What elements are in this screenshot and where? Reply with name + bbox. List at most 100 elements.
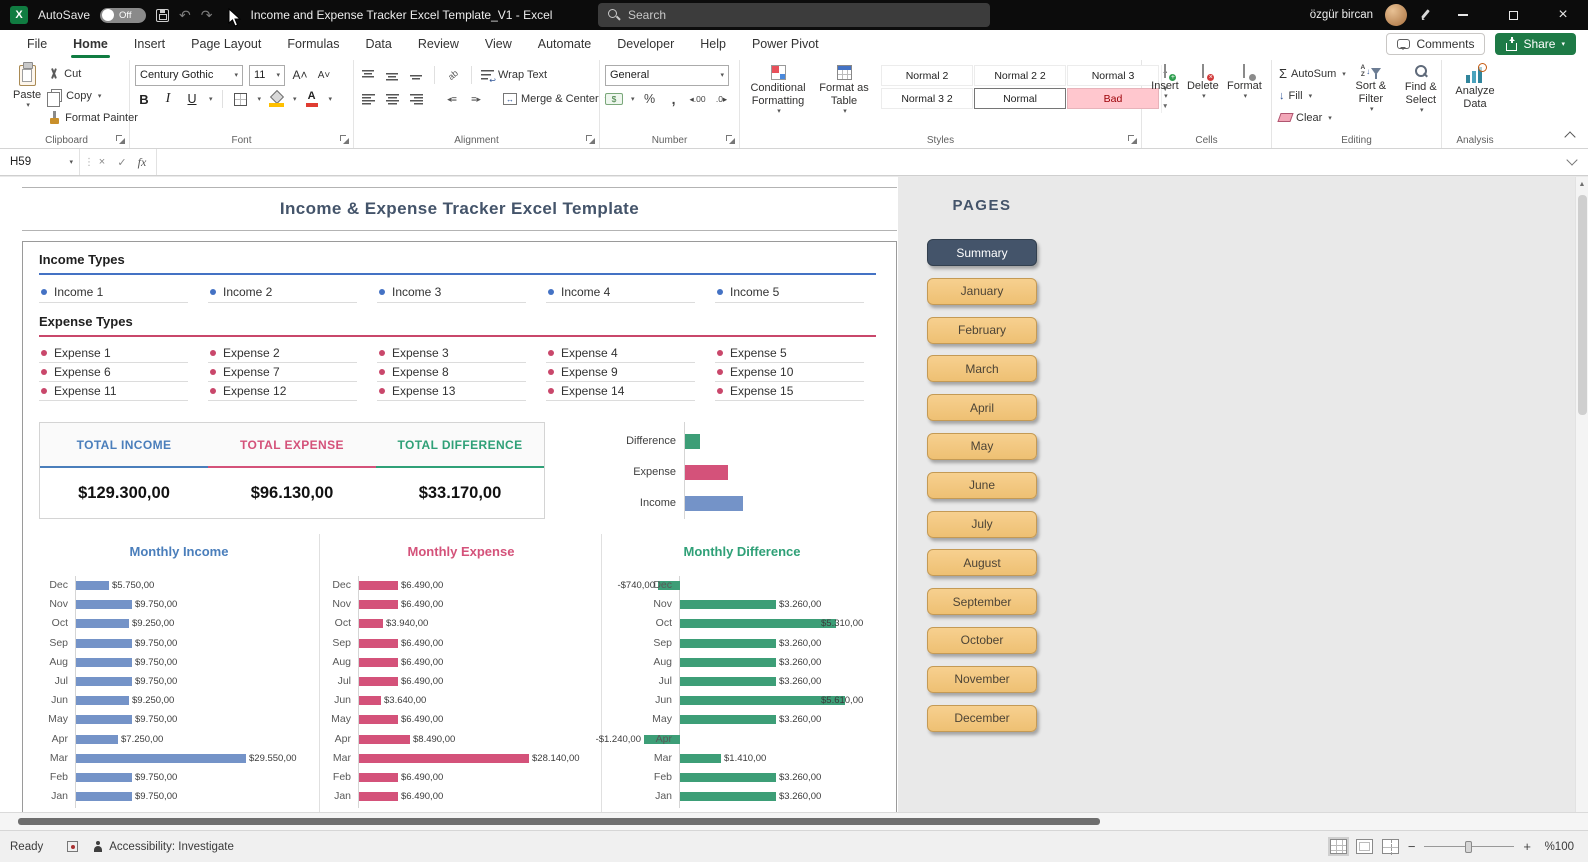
summary-value[interactable]: $33.170,00	[376, 468, 544, 518]
insert-cells-button[interactable]: + Insert ▾	[1147, 63, 1183, 132]
redo-icon[interactable]: ↷	[201, 7, 213, 24]
format-as-table-button[interactable]: Format as Table ▾	[811, 63, 877, 132]
name-box[interactable]: H59 ▾	[0, 149, 80, 175]
formula-input[interactable]	[156, 149, 1562, 175]
type-cell[interactable]: Income 2	[208, 282, 357, 303]
save-icon[interactable]	[156, 8, 170, 22]
enter-icon[interactable]: ✓	[112, 156, 132, 169]
page-button-september[interactable]: September	[927, 588, 1037, 616]
font-name-select[interactable]: Century Gothic ▾	[135, 64, 243, 86]
type-cell[interactable]: Expense 4	[546, 344, 695, 363]
conditional-formatting-button[interactable]: Conditional Formatting ▾	[745, 63, 811, 132]
summary-value[interactable]: $96.130,00	[208, 468, 376, 518]
type-cell[interactable]: Income 5	[715, 282, 864, 303]
style-normal-2[interactable]: Normal 2	[881, 65, 973, 86]
accessibility-status[interactable]: Accessibility: Investigate	[109, 841, 234, 853]
vertical-scrollbar[interactable]: ▲	[1575, 177, 1588, 812]
summary-header[interactable]: TOTAL INCOME	[40, 423, 208, 468]
type-cell[interactable]: Expense 1	[39, 344, 188, 363]
type-cell[interactable]: Income 1	[39, 282, 188, 303]
avatar[interactable]	[1385, 4, 1407, 26]
delete-cells-button[interactable]: × Delete ▾	[1183, 63, 1223, 132]
type-cell[interactable]: Expense 6	[39, 363, 188, 382]
name-box-splitter[interactable]: ⋮	[84, 157, 94, 168]
page-button-august[interactable]: August	[927, 549, 1037, 577]
dialog-launcher-icon[interactable]	[1128, 135, 1137, 144]
normal-view-button[interactable]	[1327, 837, 1349, 856]
paste-button[interactable]: Paste ▾	[9, 62, 45, 132]
clear-button[interactable]: Clear ▾	[1277, 107, 1346, 128]
autosum-button[interactable]: Σ AutoSum ▾	[1279, 63, 1346, 84]
format-cells-button[interactable]: Format ▾	[1223, 63, 1266, 132]
undo-icon[interactable]: ↶	[179, 7, 191, 24]
scroll-up-icon[interactable]: ▲	[1576, 177, 1588, 188]
dialog-launcher-icon[interactable]	[340, 135, 349, 144]
summary-header[interactable]: TOTAL DIFFERENCE	[376, 423, 544, 468]
cancel-icon[interactable]: ×	[92, 156, 112, 168]
zoom-thumb[interactable]	[1465, 840, 1473, 853]
summary-value[interactable]: $129.300,00	[40, 468, 208, 518]
tab-power-pivot[interactable]: Power Pivot	[739, 30, 832, 58]
tab-review[interactable]: Review	[405, 30, 472, 58]
type-cell[interactable]: Income 4	[546, 282, 695, 303]
page-button-summary[interactable]: Summary	[927, 239, 1037, 266]
zoom-slider[interactable]	[1424, 840, 1515, 854]
page-button-april[interactable]: April	[927, 394, 1037, 422]
page-button-october[interactable]: October	[927, 626, 1037, 654]
page-button-january[interactable]: January	[927, 277, 1037, 305]
page-button-june[interactable]: June	[927, 471, 1037, 499]
tab-help[interactable]: Help	[687, 30, 739, 58]
page-button-february[interactable]: February	[927, 316, 1037, 344]
fill-button[interactable]: ↓ Fill ▾	[1279, 85, 1346, 106]
align-center-button[interactable]	[383, 89, 401, 110]
type-cell[interactable]: Expense 2	[208, 344, 357, 363]
maximize-button[interactable]	[1494, 0, 1532, 30]
bold-button[interactable]: B	[135, 89, 153, 110]
type-cell[interactable]: Expense 11	[39, 382, 188, 401]
align-top-button[interactable]	[359, 65, 377, 86]
align-left-button[interactable]	[359, 89, 377, 110]
percent-style-button[interactable]: %	[641, 89, 659, 110]
autosave-toggle[interactable]: Off	[100, 7, 147, 23]
decrease-font-icon[interactable]: A˅	[315, 65, 333, 86]
zoom-out-button[interactable]: −	[1408, 839, 1416, 854]
search-box[interactable]: Search	[598, 3, 990, 27]
decrease-indent-button[interactable]: ◂≡	[443, 89, 461, 110]
type-cell[interactable]: Income 3	[377, 282, 526, 303]
orientation-button[interactable]: ab	[444, 65, 462, 86]
increase-font-icon[interactable]: A˄	[291, 65, 309, 86]
type-cell[interactable]: Expense 13	[377, 382, 526, 401]
macro-record-icon[interactable]	[67, 841, 79, 852]
type-cell[interactable]: Expense 9	[546, 363, 695, 382]
cut-button[interactable]: Cut	[47, 63, 138, 84]
style-normal-2-2[interactable]: Normal 2 2	[974, 65, 1066, 86]
worksheet[interactable]: Income & Expense Tracker Excel Template …	[0, 177, 1588, 812]
zoom-in-button[interactable]: +	[1523, 839, 1531, 854]
tab-home[interactable]: Home	[60, 30, 121, 58]
font-color-button[interactable]: A	[303, 89, 321, 110]
type-cell[interactable]: Expense 15	[715, 382, 864, 401]
increase-indent-button[interactable]: ≡▸	[467, 89, 485, 110]
borders-button[interactable]	[232, 89, 250, 110]
type-cell[interactable]: Expense 10	[715, 363, 864, 382]
sort-filter-button[interactable]: A Z ↓ Sort & Filter ▾	[1346, 63, 1396, 132]
tab-formulas[interactable]: Formulas	[274, 30, 352, 58]
close-button[interactable]: ×	[1544, 0, 1582, 30]
type-cell[interactable]: Expense 7	[208, 363, 357, 382]
page-button-december[interactable]: December	[927, 704, 1037, 732]
format-painter-button[interactable]: Format Painter	[47, 107, 138, 128]
tab-developer[interactable]: Developer	[604, 30, 687, 58]
page-button-march[interactable]: March	[927, 355, 1037, 383]
font-size-select[interactable]: 11 ▾	[249, 64, 285, 86]
type-cell[interactable]: Expense 5	[715, 344, 864, 363]
merge-center-button[interactable]: ↔Merge & Center▾	[503, 89, 608, 110]
type-cell[interactable]: Expense 12	[208, 382, 357, 401]
align-right-button[interactable]	[407, 89, 425, 110]
tab-view[interactable]: View	[472, 30, 525, 58]
page-button-may[interactable]: May	[927, 432, 1037, 460]
tab-page-layout[interactable]: Page Layout	[178, 30, 274, 58]
number-format-select[interactable]: General ▾	[605, 64, 729, 86]
share-button[interactable]: Share ▾	[1495, 33, 1576, 55]
type-cell[interactable]: Expense 8	[377, 363, 526, 382]
copy-button[interactable]: Copy ▾	[47, 85, 138, 107]
